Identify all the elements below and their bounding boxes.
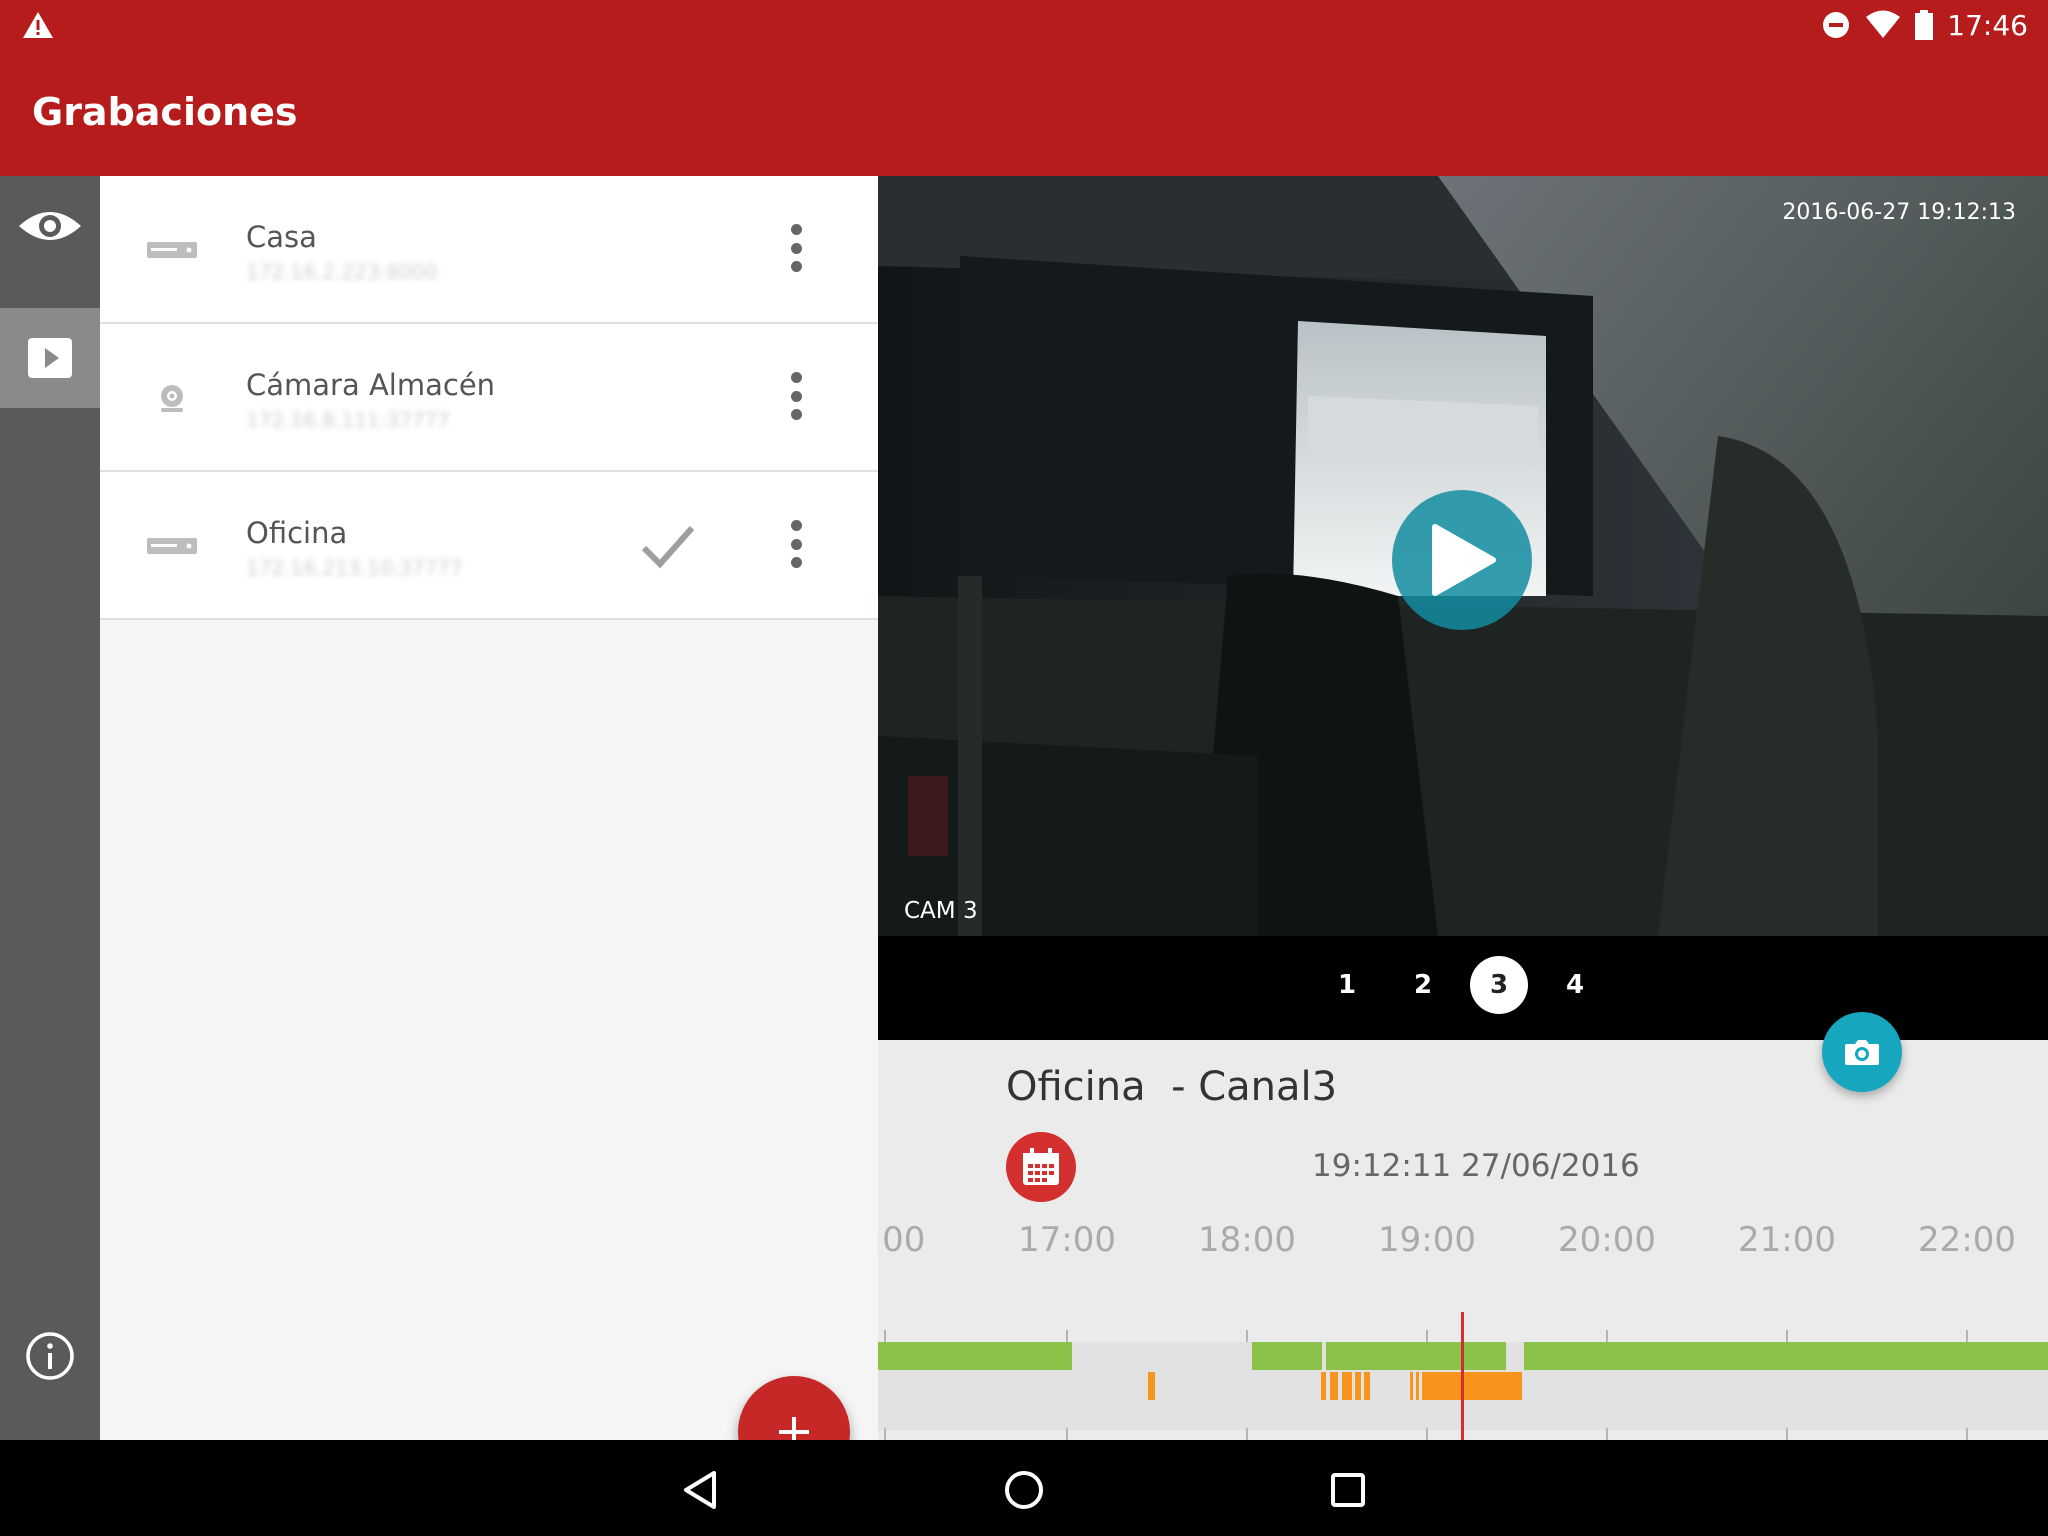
- video-player[interactable]: 2016-06-27 19:12:13 CAM 3 1 2 3 4: [878, 176, 2048, 1040]
- channel-1-button[interactable]: 1: [1318, 956, 1376, 1014]
- play-button[interactable]: [1392, 490, 1532, 630]
- channel-title: Oficina - Canal3: [1006, 1064, 1338, 1110]
- system-navigation-bar: [0, 1440, 2048, 1536]
- motion-event-segment: [1422, 1372, 1522, 1400]
- snapshot-button[interactable]: [1822, 1012, 1902, 1092]
- motion-event-segment: [1410, 1372, 1413, 1400]
- motion-event-segment: [1416, 1372, 1419, 1400]
- timeline-tick: [1246, 1330, 1248, 1342]
- list-item[interactable]: Oficina 172.16.213.10:37777: [100, 472, 878, 620]
- wifi-icon: [1866, 10, 1901, 38]
- recents-button[interactable]: [1322, 1464, 1374, 1516]
- rail-item-recordings[interactable]: [0, 308, 100, 408]
- timeline-tick: [1786, 1428, 1788, 1440]
- playback-datetime: 19:12:11 27/06/2016: [1312, 1148, 1640, 1184]
- timeline-label: 19:00: [1378, 1220, 1476, 1260]
- app-header: 17:46 Grabaciones: [0, 0, 2048, 176]
- page-title: Grabaciones: [32, 90, 298, 134]
- channel-3-button[interactable]: 3: [1470, 956, 1528, 1014]
- device-list: Casa 172.16.2.223:8000 Cámara Almacén 17…: [100, 176, 878, 1488]
- timeline-tick: [1606, 1330, 1608, 1342]
- back-icon: [684, 1471, 716, 1509]
- motion-event-segment: [1330, 1372, 1338, 1400]
- webcam-icon: [146, 374, 198, 422]
- navigation-rail: [0, 176, 100, 1440]
- timeline-tick: [884, 1330, 886, 1342]
- timeline-tick: [1966, 1330, 1968, 1342]
- timeline-label: :00: [878, 1220, 926, 1260]
- device-address: 172.16.8.111:37777: [246, 408, 450, 432]
- recorder-icon: [146, 522, 198, 570]
- motion-event-segment: [1321, 1372, 1326, 1400]
- recents-icon: [1331, 1473, 1365, 1507]
- timeline-tick: [1966, 1428, 1968, 1440]
- motion-event-segment: [1148, 1372, 1155, 1400]
- continuous-recording-segment: [1326, 1342, 1506, 1370]
- calendar-icon: [1023, 1148, 1059, 1185]
- recorder-icon: [146, 226, 198, 274]
- motion-event-segment: [1342, 1372, 1352, 1400]
- device-name: Oficina: [246, 516, 348, 550]
- home-button[interactable]: [998, 1464, 1050, 1516]
- timeline-tick: [1426, 1428, 1428, 1440]
- device-address: 172.16.213.10:37777: [246, 556, 463, 580]
- timeline-tick: [1246, 1428, 1248, 1440]
- timeline-label: 18:00: [1198, 1220, 1296, 1260]
- channel-2-button[interactable]: 2: [1394, 956, 1452, 1014]
- continuous-recording-segment: [1524, 1342, 2048, 1370]
- timeline-label: 20:00: [1558, 1220, 1656, 1260]
- motion-event-segment: [1355, 1372, 1361, 1400]
- list-item[interactable]: Casa 172.16.2.223:8000: [100, 176, 878, 324]
- timeline-tick: [1066, 1330, 1068, 1342]
- playback-cursor[interactable]: [1461, 1312, 1464, 1440]
- device-name: Casa: [246, 220, 317, 254]
- recording-info-panel: Oficina - Canal3 19:12:11 27/06/2016 :00…: [878, 1040, 2048, 1440]
- home-icon: [1005, 1471, 1043, 1509]
- continuous-recording-segment: [1252, 1342, 1322, 1370]
- timeline-label: 17:00: [1018, 1220, 1116, 1260]
- more-options-icon[interactable]: [776, 218, 816, 278]
- timeline-label: 21:00: [1738, 1220, 1836, 1260]
- back-button[interactable]: [674, 1464, 726, 1516]
- timeline-tick: [1426, 1330, 1428, 1342]
- status-bar: 17:46: [0, 0, 2048, 50]
- calendar-button[interactable]: [1006, 1132, 1076, 1202]
- play-icon: [1432, 524, 1496, 596]
- camera-label: CAM 3: [904, 898, 978, 924]
- rail-item-live-view[interactable]: [0, 176, 100, 276]
- video-timestamp: 2016-06-27 19:12:13: [1782, 200, 2016, 225]
- timeline-label: 22:00: [1918, 1220, 2016, 1260]
- channel-pager: 1 2 3 4: [1318, 956, 1604, 1014]
- eye-icon: [19, 212, 81, 240]
- info-icon: [26, 1332, 74, 1380]
- system-icons: 17:46: [1821, 6, 2028, 44]
- continuous-recording-segment: [878, 1342, 1072, 1370]
- timeline-tick: [884, 1428, 886, 1440]
- device-name: Cámara Almacén: [246, 368, 496, 402]
- list-item[interactable]: Cámara Almacén 172.16.8.111:37777: [100, 324, 878, 472]
- battery-icon: [1915, 10, 1934, 40]
- camera-icon: [1845, 1040, 1879, 1065]
- device-address: 172.16.2.223:8000: [246, 260, 438, 284]
- rail-item-info[interactable]: [0, 1306, 100, 1406]
- check-icon: [641, 526, 695, 569]
- channel-4-button[interactable]: 4: [1546, 956, 1604, 1014]
- do-not-disturb-icon: [1823, 12, 1850, 38]
- play-icon: [28, 338, 72, 378]
- timeline-tick: [1066, 1428, 1068, 1440]
- timeline-tick: [1606, 1428, 1608, 1440]
- timeline-tick: [1786, 1330, 1788, 1342]
- recording-timeline[interactable]: :00 17:00 18:00 19:00 20:00 21:00 22:00: [878, 1220, 2048, 1440]
- motion-event-segment: [1364, 1372, 1370, 1400]
- more-options-icon[interactable]: [776, 366, 816, 426]
- warning-icon: [23, 12, 53, 38]
- more-options-icon[interactable]: [776, 514, 816, 574]
- status-time: 17:46: [1947, 8, 2028, 42]
